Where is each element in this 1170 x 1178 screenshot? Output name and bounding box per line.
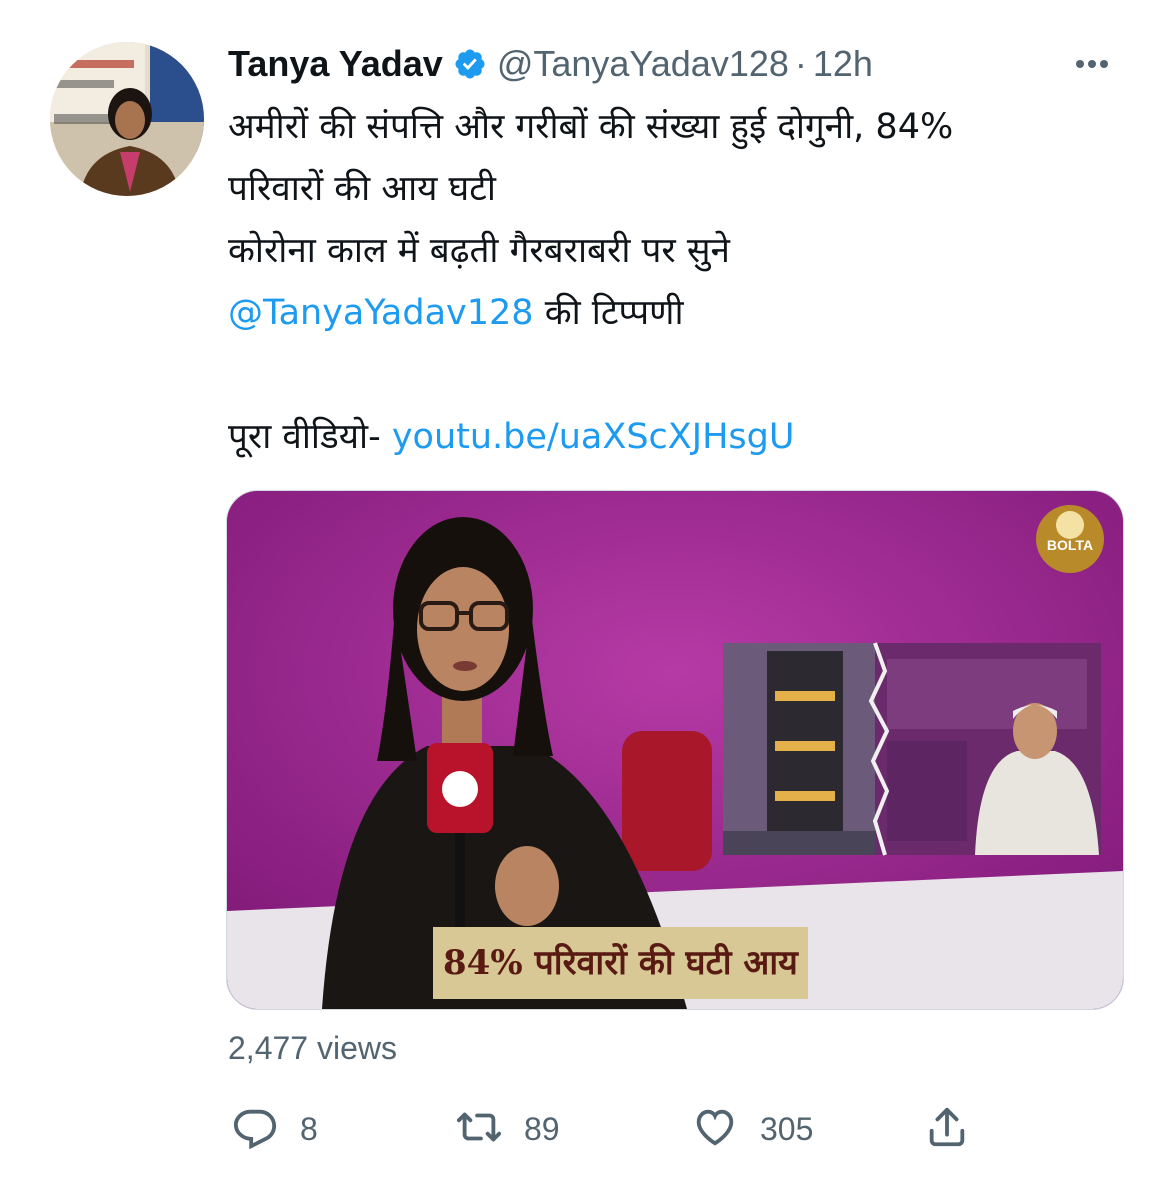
reply-count: 8: [300, 1110, 318, 1147]
video-prefix: पूरा वीडियो-: [228, 417, 392, 457]
mention-suffix: की टिप्पणी: [533, 293, 684, 333]
retweet-icon: [456, 1104, 502, 1155]
avatar[interactable]: [50, 42, 204, 196]
heart-icon: [692, 1104, 738, 1155]
retweet-count: 89: [524, 1110, 560, 1147]
video-thumbnail[interactable]: BOLTA 84% परिवारों की घटी आय: [226, 490, 1124, 1010]
tweet: Tanya Yadav @TanyaYadav128 · 12h अमीरों …: [0, 0, 1170, 1178]
tweet-text-line: अमीरों की संपत्ति और गरीबों की संख्या हु…: [228, 107, 954, 147]
tweet-text-line: कोरोना काल में बढ़ती गैरबराबरी पर सुने: [228, 231, 730, 271]
author-name[interactable]: Tanya Yadav: [228, 43, 443, 85]
video-link[interactable]: youtu.be/uaXScXJHsgU: [392, 417, 795, 457]
tweet-text-line: परिवारों की आय घटी: [228, 169, 496, 209]
like-button[interactable]: 305: [692, 1098, 813, 1160]
tweet-timestamp[interactable]: 12h: [813, 43, 873, 85]
more-options-icon[interactable]: [1070, 44, 1114, 84]
retweet-button[interactable]: 89: [456, 1098, 560, 1160]
author-handle[interactable]: @TanyaYadav128: [497, 43, 789, 85]
reply-icon: [232, 1104, 278, 1155]
tweet-text-line: पूरा वीडियो- youtu.be/uaXScXJHsgU: [228, 406, 1128, 468]
channel-logo-text: BOLTA: [1046, 537, 1094, 553]
view-count: 2,477 views: [228, 1030, 397, 1066]
share-icon: [924, 1104, 970, 1155]
header-separator: ·: [794, 43, 807, 84]
mention-link[interactable]: @TanyaYadav128: [228, 293, 534, 333]
verified-badge-icon: [453, 47, 487, 81]
reply-button[interactable]: 8: [232, 1098, 318, 1160]
tweet-text: अमीरों की संपत्ति और गरीबों की संख्या हु…: [228, 96, 1128, 468]
share-button[interactable]: [924, 1098, 970, 1160]
video-caption: 84% परिवारों की घटी आय: [433, 927, 808, 999]
tweet-header: Tanya Yadav @TanyaYadav128 · 12h: [228, 36, 1128, 92]
like-count: 305: [760, 1110, 814, 1147]
tweet-text-line: @TanyaYadav128 की टिप्पणी: [228, 282, 1128, 344]
action-bar: 8 89 305: [224, 1098, 984, 1160]
